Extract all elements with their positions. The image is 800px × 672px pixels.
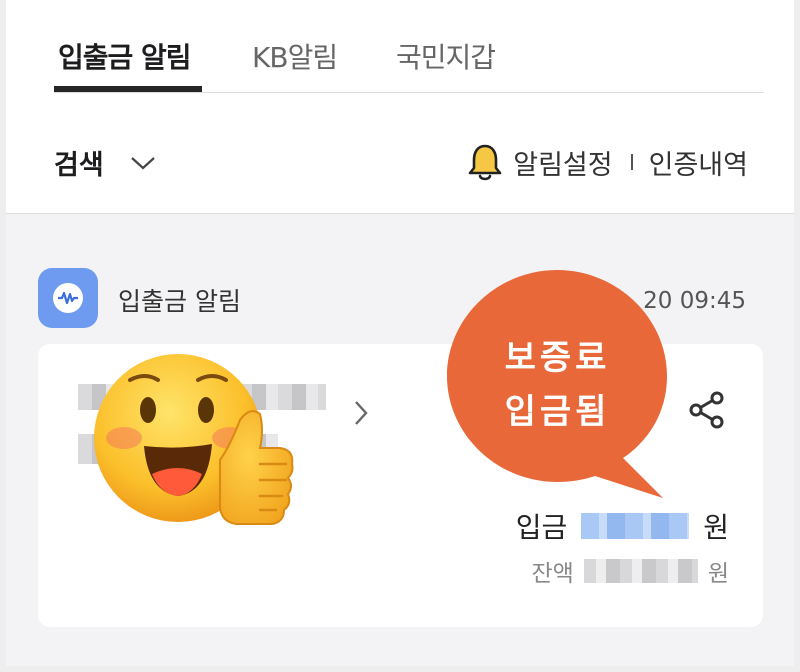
deposit-unit: 원 [703,511,729,544]
balance-row: 잔액 원 [531,554,729,588]
speech-bubble: 보증료 입금됨 [445,268,675,508]
auth-history-link[interactable]: 인증내역 [649,143,748,182]
chevron-down-icon [130,155,156,171]
masked-deposit-amount [581,513,690,539]
notification-app-name: 입출금 알림 [118,287,241,316]
active-tab-indicator [54,86,202,92]
thumbs-up-emoji-icon [94,354,294,525]
masked-balance-amount [583,559,698,583]
tab-kb-alert[interactable]: KB알림 [252,36,338,76]
deposit-label: 입금 [515,511,568,544]
bubble-text-line2: 입금됨 [504,392,611,432]
deposit-row: 입금 원 [516,506,729,546]
toolbar-right: 알림설정 인증내역 [467,142,748,182]
tab-kookmin-wallet[interactable]: 국민지갑 [396,36,496,76]
chevron-right-icon[interactable] [354,400,368,430]
tab-deposit-withdrawal-alert[interactable]: 입출금 알림 [58,36,192,76]
search-label: 검색 [54,150,104,181]
tab-bar: 입출금 알림 KB알림 국민지갑 [54,0,764,93]
search-dropdown[interactable]: 검색 [54,143,156,182]
toolbar-divider [630,154,633,170]
balance-label: 잔액 [531,561,574,587]
bell-icon[interactable] [467,142,503,182]
bubble-text-line1: 보증료 [504,338,611,378]
alert-settings-link[interactable]: 알림설정 [513,143,612,182]
wave-app-icon [38,268,98,328]
balance-unit: 원 [707,561,729,587]
share-icon[interactable] [687,390,727,434]
